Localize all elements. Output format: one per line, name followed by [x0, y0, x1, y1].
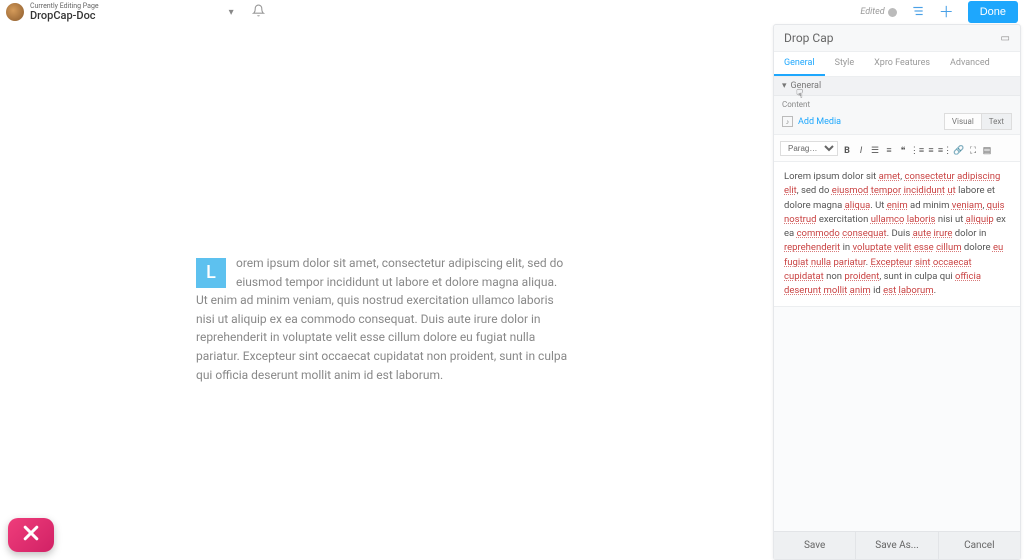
tab-advanced[interactable]: Advanced: [940, 52, 1000, 76]
spellcheck-word[interactable]: veniam: [952, 200, 983, 211]
content-editor[interactable]: Lorem ipsum dolor sit amet, consectetur …: [774, 162, 1020, 307]
fullscreen-icon[interactable]: ⛶: [966, 144, 980, 158]
spellcheck-word[interactable]: laborum: [899, 285, 934, 296]
bell-icon[interactable]: [252, 4, 265, 21]
spellcheck-word[interactable]: quis: [987, 200, 1005, 211]
more-icon[interactable]: ▤: [980, 144, 994, 158]
spellcheck-word[interactable]: mollit: [824, 285, 848, 296]
align-left-icon[interactable]: ⋮≡: [910, 144, 924, 158]
spellcheck-word[interactable]: adipiscing: [957, 171, 1000, 182]
spellcheck-word[interactable]: irure: [934, 228, 953, 239]
dropcap-body: orem ipsum dolor sit amet, consectetur a…: [196, 256, 567, 382]
close-icon: [21, 523, 41, 547]
spellcheck-word[interactable]: amet: [879, 171, 901, 182]
spellcheck-word[interactable]: anim: [850, 285, 871, 296]
format-select[interactable]: Parag…: [780, 141, 838, 156]
window-icon[interactable]: ▭: [1001, 33, 1010, 44]
top-bar: Currently Editing Page DropCap-Doc ▾ Edi…: [0, 0, 1024, 24]
editor-mode-text[interactable]: Text: [982, 113, 1012, 130]
spellcheck-word[interactable]: aute: [913, 228, 932, 239]
spellcheck-word[interactable]: nostrud: [784, 214, 817, 225]
spellcheck-word[interactable]: est: [883, 285, 896, 296]
tab-general[interactable]: General: [774, 52, 825, 76]
add-media-row: ♪ Add Media VisualText: [774, 111, 1020, 134]
spellcheck-word[interactable]: reprehenderit: [784, 242, 840, 253]
spellcheck-word[interactable]: consectetur: [905, 171, 955, 182]
spellcheck-word[interactable]: voluptate: [853, 242, 892, 253]
spellcheck-word[interactable]: officia: [955, 271, 981, 282]
list-ol-icon[interactable]: ≡: [882, 144, 896, 158]
spellcheck-word[interactable]: nulla: [811, 257, 831, 268]
link-icon[interactable]: 🔗: [952, 144, 966, 158]
spellcheck-word[interactable]: ullamco: [871, 214, 905, 225]
panel-tabs: GeneralStyleXpro FeaturesAdvanced: [774, 52, 1020, 77]
panel-title: Drop Cap: [784, 31, 833, 45]
spellcheck-word[interactable]: fugiat: [784, 257, 808, 268]
dropcap-block[interactable]: L orem ipsum dolor sit amet, consectetur…: [196, 254, 568, 384]
chevron-down-icon[interactable]: ▾: [229, 7, 234, 18]
italic-icon[interactable]: I: [854, 144, 868, 158]
section-general[interactable]: ▾ General ☟: [774, 77, 1020, 96]
spellcheck-word[interactable]: occaecat: [933, 257, 972, 268]
info-icon: [888, 8, 897, 17]
section-label: General: [791, 81, 822, 91]
spellcheck-word[interactable]: eiusmod: [832, 185, 869, 196]
page-meta[interactable]: Currently Editing Page DropCap-Doc: [30, 3, 99, 21]
spellcheck-word[interactable]: ut: [947, 185, 955, 196]
spellcheck-word[interactable]: pariatur: [833, 257, 865, 268]
settings-panel: Drop Cap ▭ GeneralStyleXpro FeaturesAdva…: [773, 24, 1021, 560]
spellcheck-word[interactable]: Excepteur: [871, 257, 913, 268]
chevron-down-icon: ▾: [782, 81, 787, 91]
close-floating-button[interactable]: [8, 518, 54, 552]
spellcheck-word[interactable]: commodo: [797, 228, 840, 239]
spellcheck-word[interactable]: aliquip: [966, 214, 994, 225]
spellcheck-word[interactable]: elit: [784, 185, 797, 196]
spellcheck-word[interactable]: sint: [915, 257, 931, 268]
quote-icon[interactable]: ❝: [896, 144, 910, 158]
edited-status: Edited: [860, 7, 896, 17]
panel-header[interactable]: Drop Cap ▭: [774, 25, 1020, 52]
spellcheck-word[interactable]: consequat: [842, 228, 887, 239]
spellcheck-word[interactable]: cillum: [936, 242, 961, 253]
spellcheck-word[interactable]: esse: [914, 242, 934, 253]
spellcheck-word[interactable]: cupidatat: [784, 271, 824, 282]
add-media-button[interactable]: Add Media: [798, 117, 841, 127]
media-icon[interactable]: ♪: [782, 116, 793, 127]
cancel-button[interactable]: Cancel: [939, 532, 1020, 559]
spellcheck-word[interactable]: velit: [894, 242, 911, 253]
content-label: Content: [774, 96, 1020, 111]
canvas[interactable]: L orem ipsum dolor sit amet, consectetur…: [0, 24, 760, 560]
spellcheck-word[interactable]: proident: [844, 271, 879, 282]
spellcheck-word[interactable]: tempor: [871, 185, 901, 196]
editor-mode-visual[interactable]: Visual: [944, 113, 982, 130]
tab-style[interactable]: Style: [825, 52, 865, 76]
spellcheck-word[interactable]: aliqua: [845, 200, 871, 211]
outline-icon[interactable]: [911, 4, 925, 21]
spellcheck-word[interactable]: deserunt: [784, 285, 821, 296]
done-button[interactable]: Done: [968, 1, 1018, 23]
panel-spacer: [774, 307, 1020, 531]
save-as-button[interactable]: Save As...: [856, 532, 938, 559]
avatar: [6, 3, 24, 21]
tab-xpro-features[interactable]: Xpro Features: [864, 52, 940, 76]
align-center-icon[interactable]: ≡: [924, 144, 938, 158]
rte-toolbar: Parag… BI☰≡❝⋮≡≡≡⋮🔗⛶▤: [774, 134, 1020, 162]
plus-icon[interactable]: ＋: [939, 5, 954, 20]
spellcheck-word[interactable]: enim: [887, 200, 908, 211]
dropcap-letter: L: [196, 258, 226, 288]
align-right-icon[interactable]: ≡⋮: [938, 144, 952, 158]
spellcheck-word[interactable]: laboris: [907, 214, 936, 225]
bold-icon[interactable]: B: [840, 144, 854, 158]
list-ul-icon[interactable]: ☰: [868, 144, 882, 158]
page-title: DropCap-Doc: [30, 10, 99, 21]
panel-footer: Save Save As... Cancel: [774, 531, 1020, 559]
spellcheck-word[interactable]: incididunt: [904, 185, 945, 196]
spellcheck-word[interactable]: eu: [993, 242, 1003, 253]
save-button[interactable]: Save: [774, 532, 856, 559]
